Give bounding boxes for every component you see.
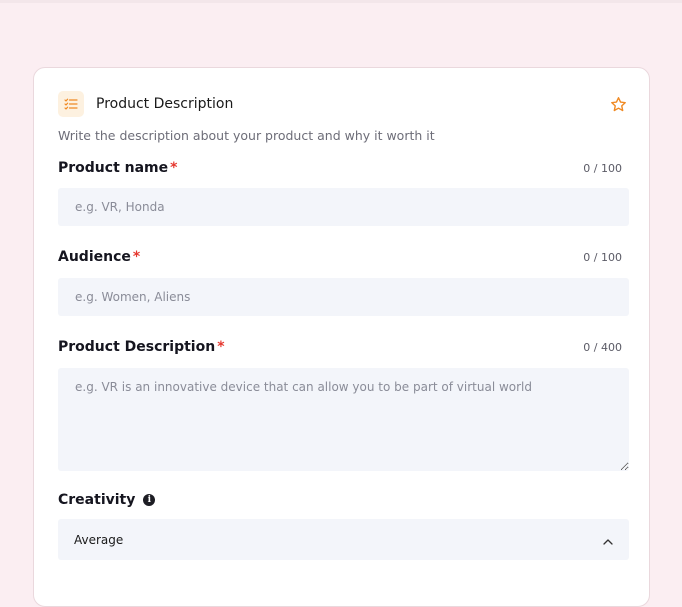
list-check-icon [58,91,84,117]
audience-input[interactable] [58,278,629,316]
star-icon[interactable] [610,96,627,113]
card-header: Product Description [58,91,233,117]
product-description-label-text: Product Description [58,339,216,355]
product-description-counter: 0 / 400 [583,340,622,354]
product-description-label-row: Product Description * 0 / 400 [58,339,622,355]
top-edge [0,0,682,3]
required-marker: * [217,339,225,355]
creativity-label-text: Creativity [58,492,136,508]
product-name-label-text: Product name [58,160,169,176]
product-name-counter: 0 / 100 [583,161,622,175]
audience-counter: 0 / 100 [583,250,622,264]
audience-label: Audience * [58,249,140,265]
product-description-textarea[interactable] [58,368,629,471]
chevron-up-icon [603,530,613,549]
product-description-label: Product Description * [58,339,225,355]
creativity-label: Creativity i [58,492,156,508]
product-name-input[interactable] [58,188,629,226]
product-name-label: Product name * [58,160,177,176]
required-marker: * [170,160,178,176]
product-name-label-row: Product name * 0 / 100 [58,160,622,176]
creativity-selected-value: Average [74,532,124,547]
creativity-select[interactable]: Average [58,519,629,560]
audience-label-row: Audience * 0 / 100 [58,249,622,265]
required-marker: * [132,249,141,265]
product-description-card: Product Description Write the descriptio… [33,67,650,607]
audience-label-text: Audience [58,249,131,265]
card-title: Product Description [96,96,234,112]
info-icon[interactable]: i [143,494,156,506]
creativity-label-row: Creativity i [58,492,622,508]
card-subtitle: Write the description about your product… [58,128,435,143]
